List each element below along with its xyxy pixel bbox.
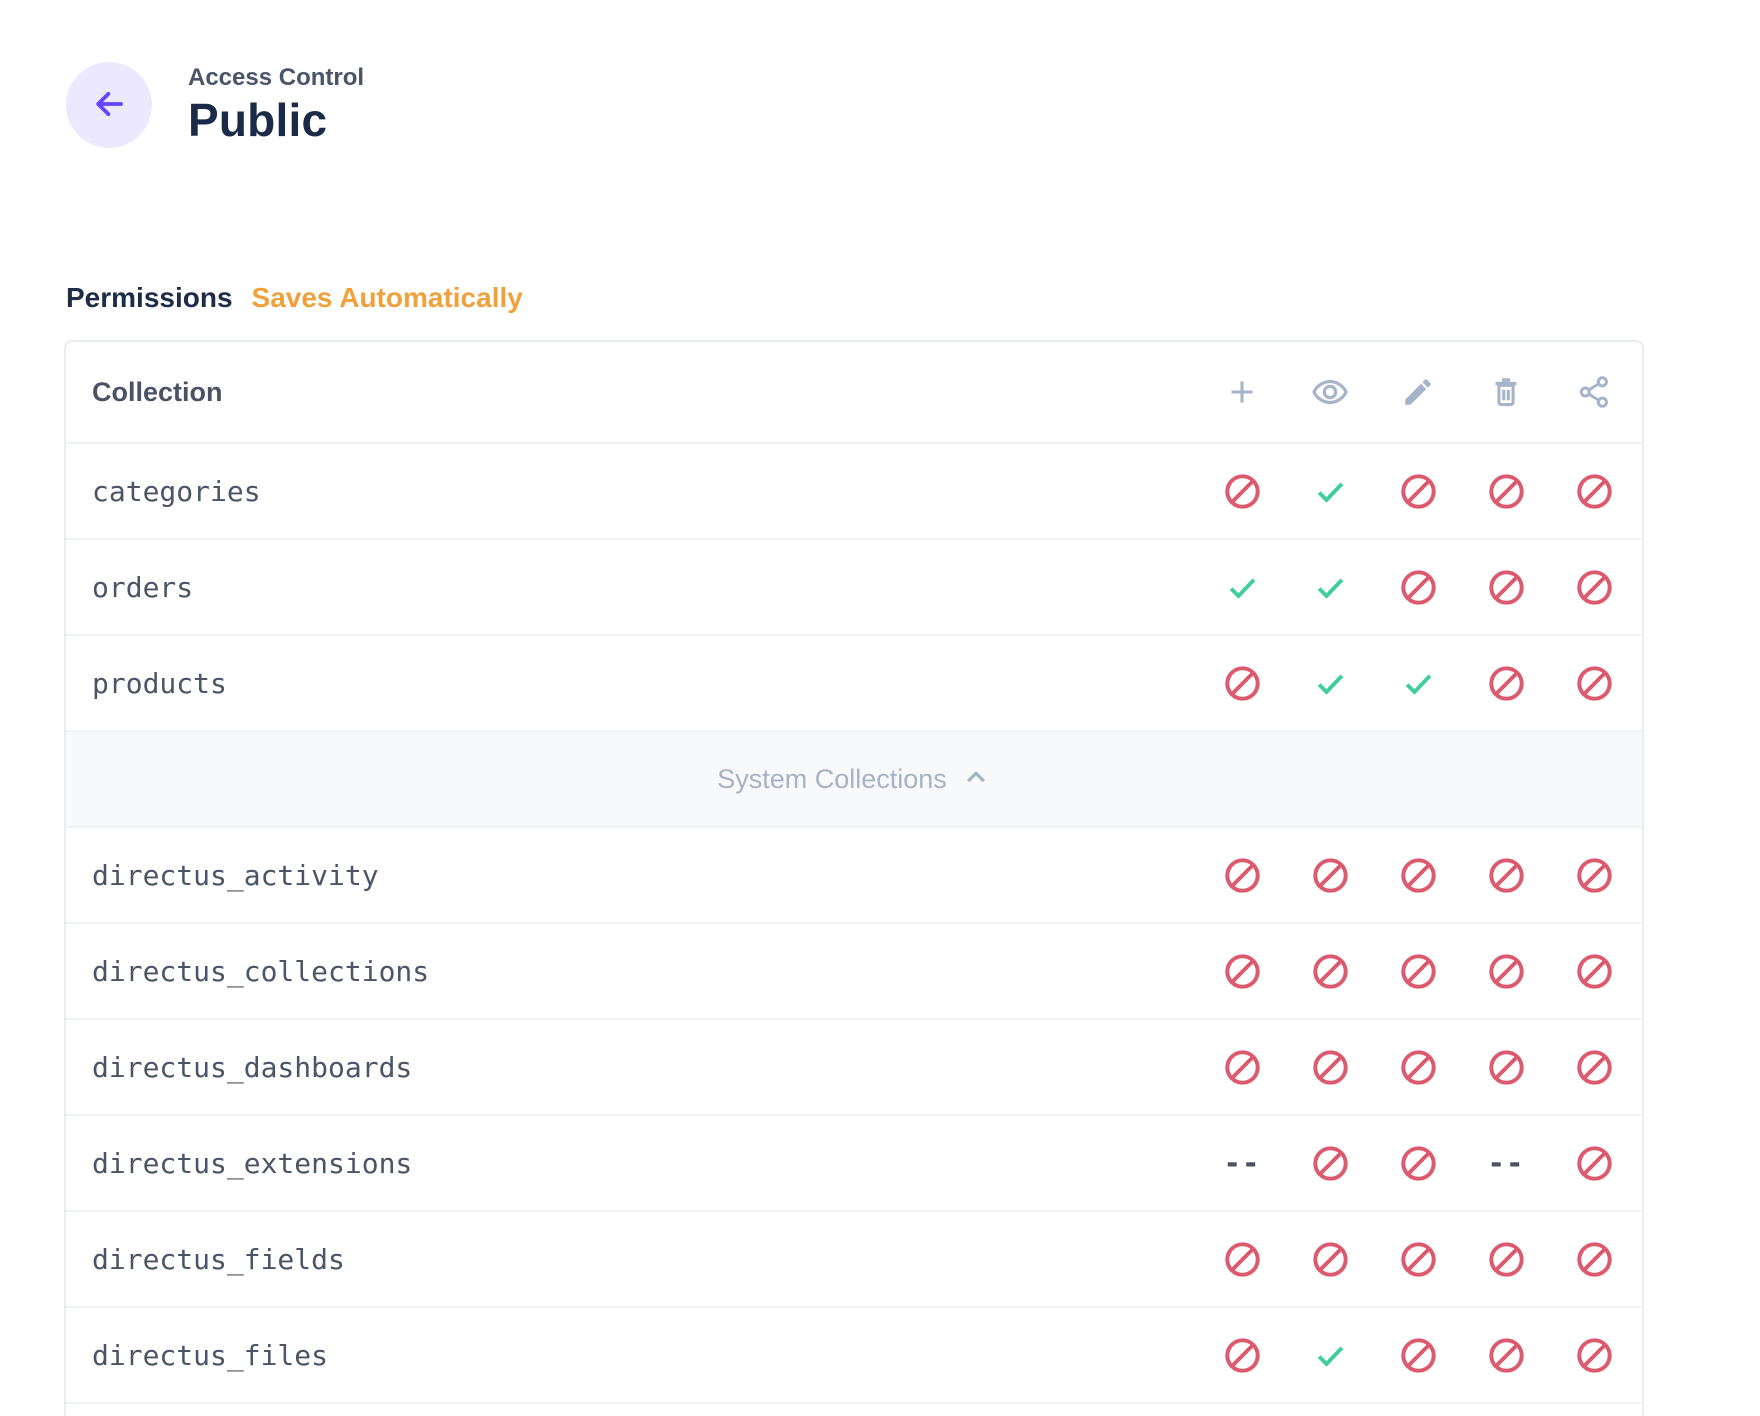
- perm-allowed-icon[interactable]: [1286, 663, 1374, 704]
- perm-denied-icon[interactable]: [1550, 471, 1638, 512]
- perm-denied-icon[interactable]: [1462, 951, 1550, 992]
- perm-allowed-icon[interactable]: [1198, 567, 1286, 608]
- perm-denied-icon[interactable]: [1198, 1239, 1286, 1280]
- perm-denied-icon[interactable]: [1374, 1239, 1462, 1280]
- permission-cells: [1198, 1335, 1642, 1376]
- collection-name: directus_files: [92, 1339, 328, 1372]
- page-title: Public: [188, 93, 364, 147]
- perm-denied-icon[interactable]: [1462, 567, 1550, 608]
- breadcrumb: Access Control: [188, 63, 364, 93]
- perm-denied-icon[interactable]: [1374, 855, 1462, 896]
- permission-cells: [1198, 663, 1642, 704]
- perm-denied-icon[interactable]: [1374, 471, 1462, 512]
- permissions-heading: Permissions: [66, 282, 233, 314]
- collection-name: directus_fields: [92, 1243, 345, 1276]
- perm-denied-icon[interactable]: [1198, 471, 1286, 512]
- perm-denied-icon[interactable]: [1374, 1335, 1462, 1376]
- na-dashes: --: [1224, 1146, 1261, 1180]
- perm-denied-icon[interactable]: [1374, 951, 1462, 992]
- collection-name: orders: [92, 571, 193, 604]
- page-header: Access Control Public: [66, 62, 364, 148]
- permission-cells: [1198, 1239, 1642, 1280]
- table-header-row: Collection: [66, 342, 1642, 444]
- perm-denied-icon[interactable]: [1550, 1143, 1638, 1184]
- permissions-table: Collection categories orders products Syst…: [64, 340, 1644, 1416]
- user-collections-rows: categories orders products: [66, 444, 1642, 732]
- perm-denied-icon[interactable]: [1286, 951, 1374, 992]
- collection-name: directus_activity: [92, 859, 379, 892]
- permission-cells: [1198, 855, 1642, 896]
- perm-allowed-icon[interactable]: [1374, 663, 1462, 704]
- collection-name: products: [92, 667, 227, 700]
- share-icon: [1550, 373, 1638, 411]
- collection-name: directus_dashboards: [92, 1051, 412, 1084]
- collection-name: directus_collections: [92, 955, 429, 988]
- perm-allowed-icon[interactable]: [1286, 567, 1374, 608]
- system-collections-rows: directus_activity directus_collectionsdir…: [66, 828, 1642, 1404]
- collection-name: categories: [92, 475, 261, 508]
- perm-denied-icon[interactable]: [1198, 1047, 1286, 1088]
- perm-denied-icon[interactable]: [1462, 1239, 1550, 1280]
- perm-denied-icon[interactable]: [1374, 1143, 1462, 1184]
- perm-allowed-icon[interactable]: [1286, 471, 1374, 512]
- table-row: directus_fields: [66, 1212, 1642, 1308]
- perm-denied-icon[interactable]: [1286, 1047, 1374, 1088]
- back-button[interactable]: [66, 62, 152, 148]
- edit-icon: [1374, 373, 1462, 411]
- perm-denied-icon[interactable]: [1198, 1335, 1286, 1376]
- add-icon: [1198, 373, 1286, 411]
- perm-denied-icon[interactable]: [1550, 855, 1638, 896]
- table-row: orders: [66, 540, 1642, 636]
- autosave-status: Saves Automatically: [252, 282, 523, 314]
- perm-denied-icon[interactable]: [1550, 1239, 1638, 1280]
- table-row: directus_collections: [66, 924, 1642, 1020]
- chevron-up-icon: [961, 762, 991, 797]
- perm-denied-icon[interactable]: [1198, 951, 1286, 992]
- system-collections-label: System Collections: [717, 764, 947, 795]
- perm-denied-icon[interactable]: [1198, 855, 1286, 896]
- arrow-left-icon: [90, 85, 128, 126]
- perm-denied-icon[interactable]: [1286, 1143, 1374, 1184]
- perm-denied-icon[interactable]: [1286, 855, 1374, 896]
- permission-cells: [1198, 951, 1642, 992]
- perm-denied-icon[interactable]: [1550, 951, 1638, 992]
- collection-name: directus_extensions: [92, 1147, 412, 1180]
- collection-column-header: Collection: [92, 377, 223, 408]
- action-column-headers: [1198, 373, 1642, 411]
- table-row: directus_extensions -- --: [66, 1116, 1642, 1212]
- perm-denied-icon[interactable]: [1550, 1047, 1638, 1088]
- delete-icon: [1462, 373, 1550, 411]
- permission-cells: [1198, 567, 1642, 608]
- perm-allowed-icon[interactable]: [1286, 1335, 1374, 1376]
- table-row: directus_files: [66, 1308, 1642, 1404]
- table-row: directus_activity: [66, 828, 1642, 924]
- perm-denied-icon[interactable]: [1286, 1239, 1374, 1280]
- eye-icon: [1286, 373, 1374, 411]
- table-row: products: [66, 636, 1642, 732]
- perm-denied-icon[interactable]: [1198, 663, 1286, 704]
- perm-denied-icon[interactable]: [1462, 1335, 1550, 1376]
- perm-denied-icon[interactable]: [1462, 855, 1550, 896]
- perm-denied-icon[interactable]: [1374, 567, 1462, 608]
- perm-denied-icon[interactable]: [1462, 1047, 1550, 1088]
- perm-denied-icon[interactable]: [1550, 663, 1638, 704]
- system-collections-toggle[interactable]: System Collections: [66, 732, 1642, 828]
- perm-denied-icon[interactable]: [1374, 1047, 1462, 1088]
- permission-cells: [1198, 1047, 1642, 1088]
- table-row: categories: [66, 444, 1642, 540]
- perm-denied-icon[interactable]: [1462, 663, 1550, 704]
- perm-denied-icon[interactable]: [1550, 1335, 1638, 1376]
- title-block: Access Control Public: [188, 63, 364, 147]
- permissions-section-label: Permissions Saves Automatically: [66, 282, 523, 314]
- perm-na-value[interactable]: --: [1462, 1143, 1550, 1184]
- table-row: directus_dashboards: [66, 1020, 1642, 1116]
- na-dashes: --: [1488, 1146, 1525, 1180]
- perm-denied-icon[interactable]: [1462, 471, 1550, 512]
- perm-denied-icon[interactable]: [1550, 567, 1638, 608]
- permission-cells: [1198, 471, 1642, 512]
- perm-na-value[interactable]: --: [1198, 1143, 1286, 1184]
- permission-cells: -- --: [1198, 1143, 1642, 1184]
